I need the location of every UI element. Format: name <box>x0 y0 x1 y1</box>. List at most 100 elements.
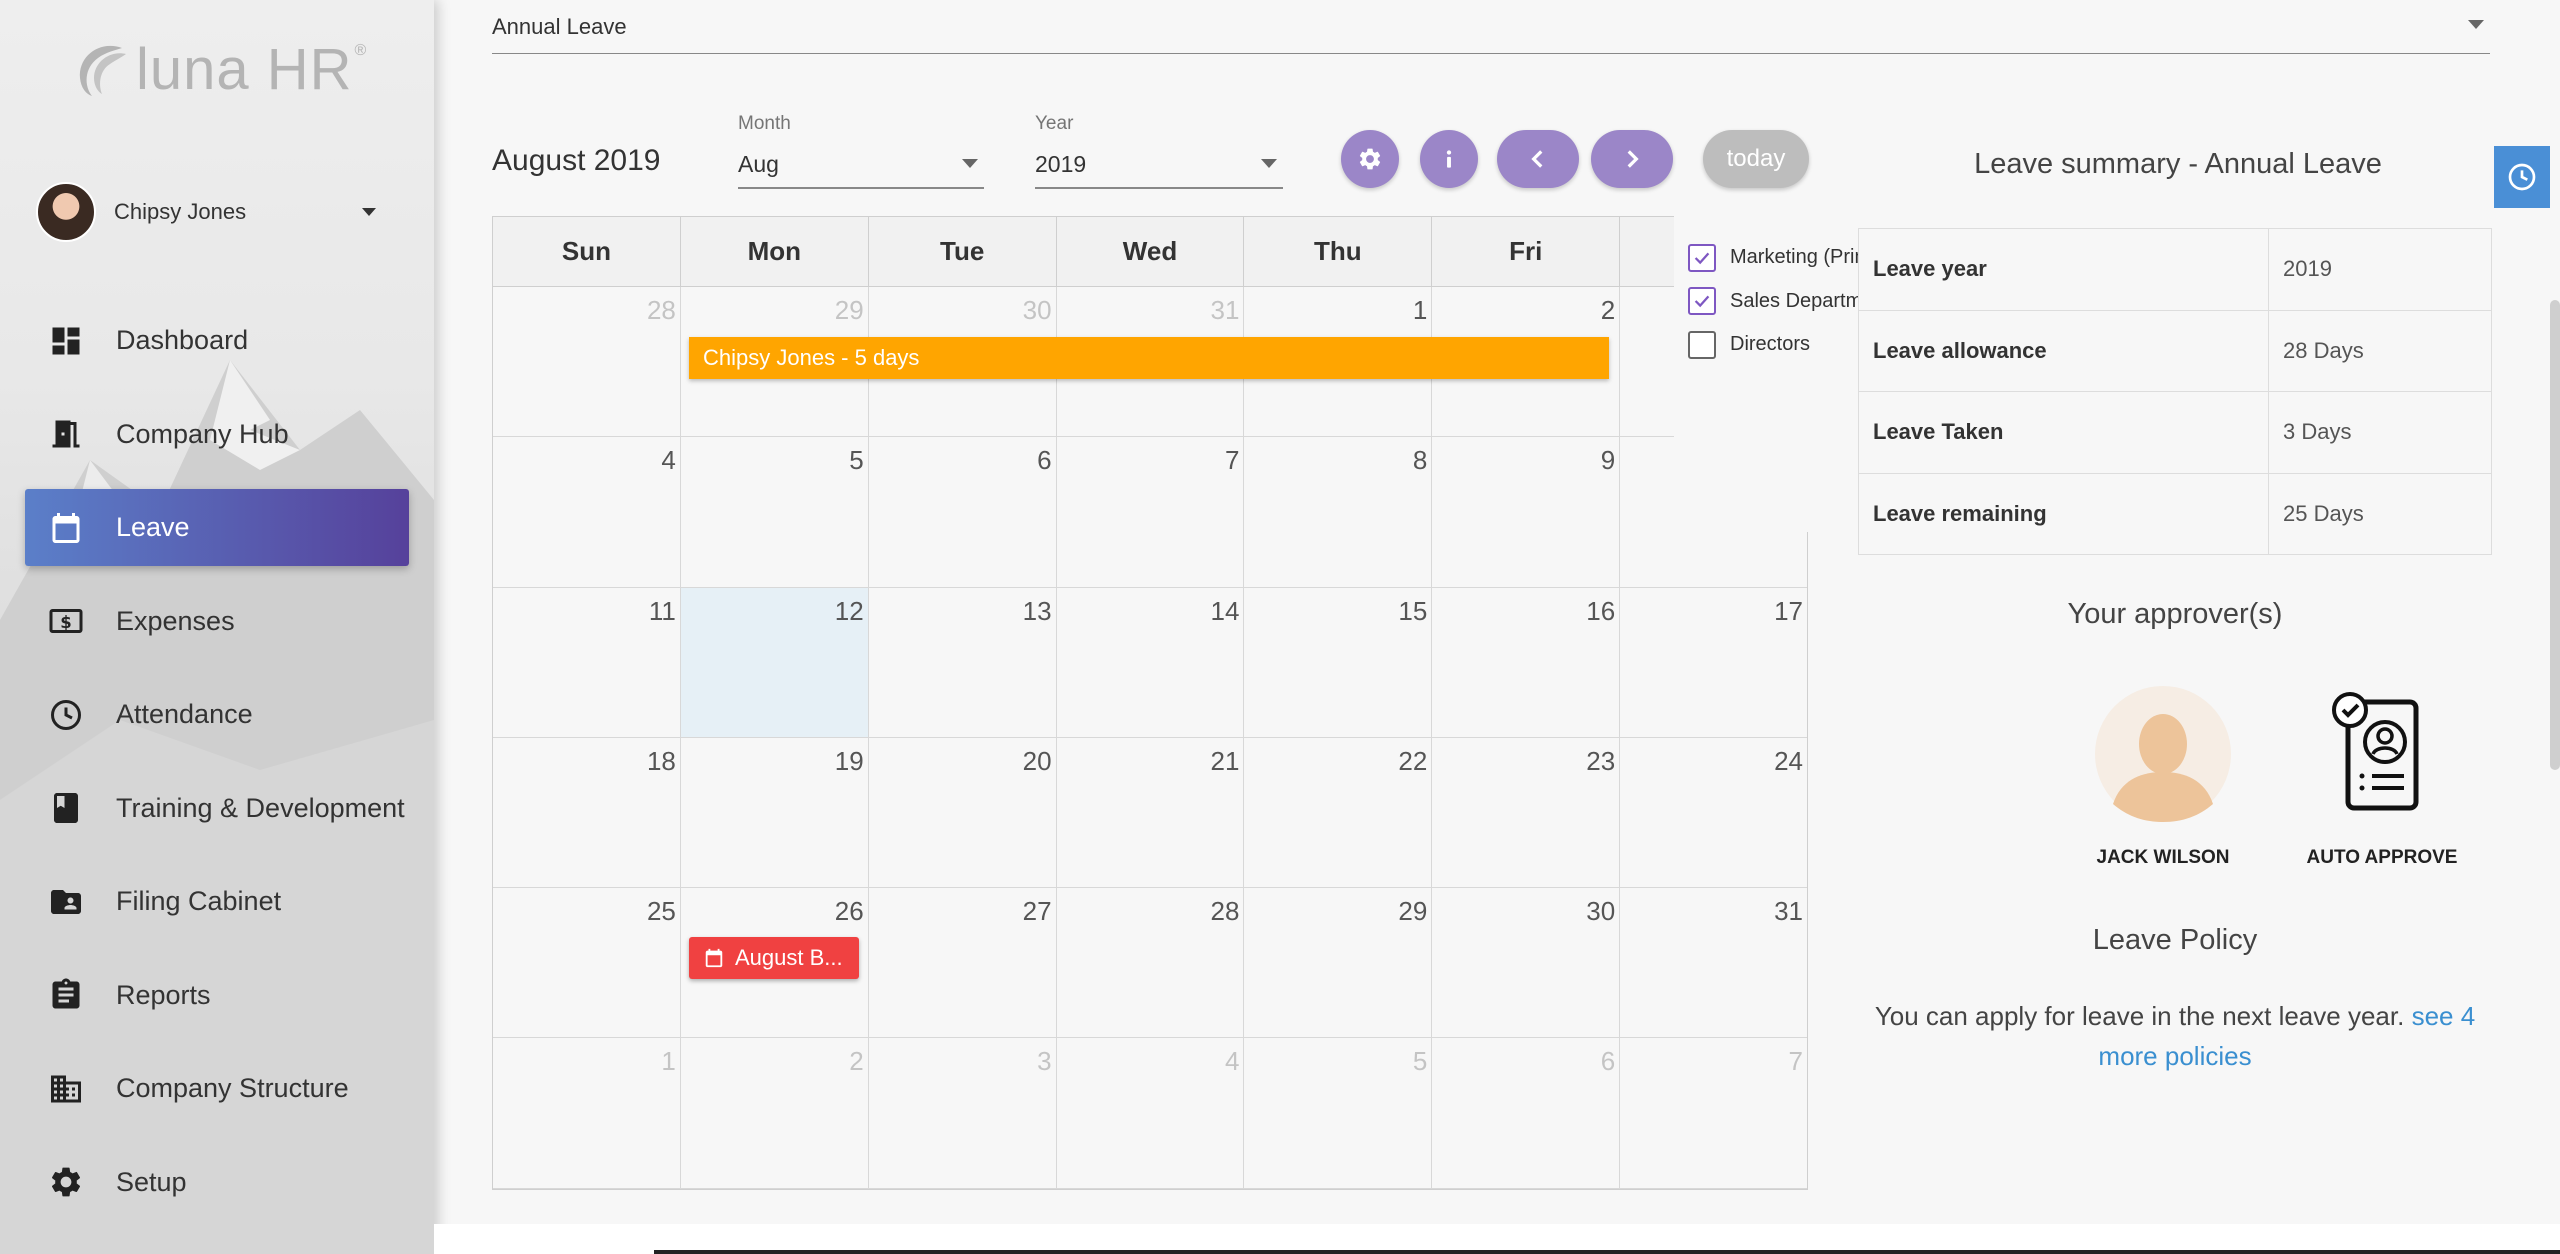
calendar-day-cell[interactable]: 14 <box>1057 587 1245 737</box>
calendar-day-cell[interactable]: 4 <box>1057 1038 1245 1188</box>
sidebar-item-reports[interactable]: Reports <box>25 957 409 1034</box>
calendar-day-cell[interactable]: 8 <box>1244 437 1433 587</box>
month-caret-icon <box>962 159 978 168</box>
sidebar-item-expenses[interactable]: $ Expenses <box>25 583 409 660</box>
calendar-body: 2829303112345678910111213141516171819202… <box>493 287 1807 1189</box>
leave-policy-text: You can apply for leave in the next leav… <box>1858 996 2492 1076</box>
logo-text: luna HR <box>136 37 353 102</box>
calendar-day-cell[interactable]: 22 <box>1244 737 1433 888</box>
calendar-day-cell[interactable]: 28 <box>493 287 681 437</box>
calendar-day-cell[interactable]: 5 <box>1244 1038 1433 1188</box>
calendar-day-number: 4 <box>1224 1046 1240 1077</box>
calendar-day-cell[interactable]: 6 <box>1432 1038 1621 1188</box>
calendar-day-number: 27 <box>1022 896 1052 927</box>
calendar-day-cell[interactable]: 7 <box>1620 1038 1807 1187</box>
calendar-day-number: 21 <box>1210 745 1240 776</box>
calendar-day-cell[interactable]: 23 <box>1432 737 1621 888</box>
calendar-day-cell[interactable]: 27 <box>869 888 1057 1038</box>
calendar-day-cell[interactable]: 6 <box>869 437 1057 587</box>
sidebar-item-training[interactable]: Training & Development <box>25 770 409 847</box>
summary-value: 28 Days <box>2268 309 2492 392</box>
gear-icon <box>1359 148 1381 170</box>
calendar-day-number: 7 <box>1224 445 1240 476</box>
calendar-day-cell[interactable]: 20 <box>869 737 1057 888</box>
sidebar: luna HR ® Chipsy Jones Dashboard Company … <box>0 0 434 1254</box>
weekday-wed: Wed <box>1057 217 1245 286</box>
sidebar-item-company-structure[interactable]: Company Structure <box>25 1050 409 1127</box>
approver-jack-wilson[interactable]: JACK WILSON <box>2063 686 2263 869</box>
calendar-day-cell[interactable]: 18 <box>493 737 681 888</box>
calendar-day-number: 2 <box>1600 295 1616 325</box>
calendar-day-cell[interactable]: 16 <box>1432 587 1621 737</box>
leave-event[interactable]: Chipsy Jones - 5 days <box>689 337 1609 379</box>
approver-auto-approve[interactable]: AUTO APPROVE <box>2282 686 2482 869</box>
calendar-day-cell[interactable]: 1 <box>493 1038 681 1188</box>
luna-hr-logo[interactable]: luna HR ® <box>70 36 367 103</box>
calendar-day-cell[interactable]: 19 <box>681 737 869 888</box>
checkbox-unchecked[interactable] <box>1688 330 1716 359</box>
clock-icon <box>51 699 81 730</box>
calendar-day-cell[interactable]: 24 <box>1620 738 1807 887</box>
sidebar-item-leave[interactable]: Leave <box>25 489 409 566</box>
sidebar-item-setup[interactable]: Setup <box>25 1144 409 1221</box>
calendar-day-number: 2 <box>849 1046 864 1077</box>
sidebar-item-company-hub[interactable]: Company Hub <box>25 396 409 473</box>
sidebar-item-attendance[interactable]: Attendance <box>25 676 409 753</box>
calendar-day-cell[interactable]: 29 <box>1244 888 1433 1038</box>
summary-value: 3 Days <box>2268 391 2492 474</box>
sidebar-item-label: Company Hub <box>116 418 289 449</box>
sidebar-item-label: Expenses <box>116 605 235 636</box>
calendar-week-row: 11 12 13 14 15 16 17 <box>493 587 1807 738</box>
info-icon <box>1446 150 1452 168</box>
sidebar-item-filing-cabinet[interactable]: Filing Cabinet <box>25 863 409 940</box>
calendar-day-number: 13 <box>1022 595 1052 626</box>
calendar-day-cell[interactable]: 17 <box>1620 588 1807 737</box>
sidebar-item-dashboard[interactable]: Dashboard <box>25 302 409 379</box>
dashboard-icon <box>52 327 80 354</box>
next-month-button[interactable] <box>1591 130 1673 188</box>
calendar-title: August 2019 <box>492 144 661 177</box>
logo-registered-mark: ® <box>354 42 368 59</box>
calendar-day-number: 24 <box>1774 745 1804 776</box>
calendar-info-button[interactable] <box>1420 130 1478 188</box>
calendar-day-cell[interactable]: 21 <box>1057 737 1245 888</box>
calendar-day-cell[interactable]: 4 <box>493 437 681 587</box>
calendar-day-number: 30 <box>1022 295 1052 325</box>
calendar-day-cell[interactable]: 7 <box>1057 437 1245 587</box>
calendar-day-cell[interactable]: 25 <box>493 888 681 1038</box>
calendar-day-cell[interactable]: 15 <box>1244 587 1433 737</box>
calendar-day-number: 18 <box>646 745 676 776</box>
calendar-week-row: 1 2 3 4 5 6 7 <box>493 1038 1807 1189</box>
attendance-clock-tab[interactable] <box>2494 146 2550 208</box>
leave-type-select[interactable]: Annual Leave <box>492 14 2490 54</box>
calendar-day-cell[interactable]: 28 <box>1057 888 1245 1038</box>
checkbox-checked[interactable] <box>1688 243 1716 272</box>
calendar-day-number: 11 <box>648 595 676 626</box>
calendar-day-cell[interactable]: 9 <box>1432 437 1621 587</box>
calendar-day-cell[interactable]: 13 <box>869 587 1057 737</box>
department-label: Directors <box>1730 333 1811 356</box>
holiday-event[interactable]: August B... <box>689 937 859 979</box>
calendar-day-cell[interactable]: 30 <box>1432 888 1621 1038</box>
approvers-title: Your approver(s) <box>2067 598 2283 630</box>
year-select[interactable]: Year 2019 <box>1035 113 1283 189</box>
calendar-day-number: 6 <box>1037 445 1052 476</box>
calendar-settings-button[interactable] <box>1341 130 1399 188</box>
summary-key: Leave remaining <box>1858 472 2269 555</box>
today-button[interactable]: today <box>1703 130 1809 188</box>
bottom-divider <box>654 1250 2560 1254</box>
calendar-day-number: 1 <box>1412 295 1428 325</box>
calendar-day-cell[interactable]: 5 <box>681 437 869 587</box>
calendar-day-cell[interactable]: 2 <box>681 1038 869 1188</box>
calendar-day-number: 25 <box>646 896 676 927</box>
checkbox-checked[interactable] <box>1688 287 1716 316</box>
calendar-day-cell[interactable]: 11 <box>493 587 681 737</box>
calendar-icon <box>705 948 723 968</box>
page-scrollbar[interactable] <box>2550 300 2560 770</box>
calendar-day-cell[interactable]: 12 <box>680 587 869 737</box>
calendar-day-cell[interactable]: 3 <box>869 1038 1057 1188</box>
month-select[interactable]: Month Aug <box>738 113 984 189</box>
calendar-day-cell[interactable]: 31 <box>1620 888 1807 1037</box>
previous-month-button[interactable] <box>1497 130 1579 188</box>
user-menu[interactable]: Chipsy Jones <box>36 182 396 242</box>
